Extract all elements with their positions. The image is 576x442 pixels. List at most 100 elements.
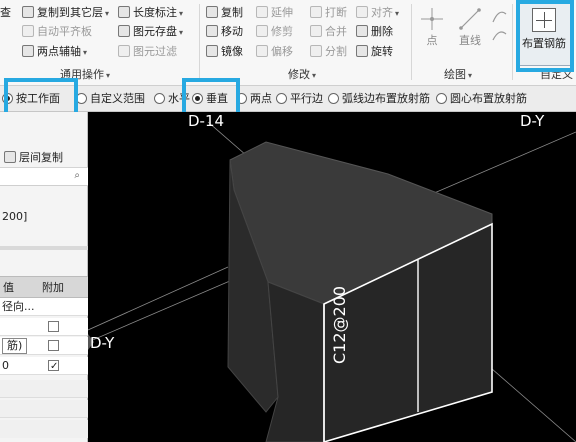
copy-layer-icon <box>22 6 34 18</box>
property-row <box>0 420 88 438</box>
property-table-header: 值 附加 <box>0 276 88 298</box>
draw-group: 点 直线 绘图 ▾ <box>414 0 510 86</box>
axis-label-top-left: D-14 <box>188 112 225 130</box>
property-row[interactable]: 筋) <box>0 337 88 355</box>
search-row: ⌕ <box>0 168 88 186</box>
property-row[interactable]: 径向... <box>0 298 88 316</box>
radio-icon <box>328 93 339 104</box>
horizontal-option[interactable]: 水平 <box>154 90 190 108</box>
two-point-option[interactable]: 两点 <box>236 90 272 108</box>
drawing-canvas[interactable]: D-14 D-Y D-Y C12@200 <box>88 112 576 442</box>
break-icon <box>310 6 322 18</box>
split-icon <box>310 45 322 57</box>
axis-icon <box>22 45 34 57</box>
radio-icon <box>236 93 247 104</box>
place-rebar-icon <box>532 8 556 32</box>
vertical-option[interactable]: 垂直 <box>192 90 228 108</box>
arc-button[interactable] <box>490 4 510 56</box>
offset-button[interactable]: 偏移 <box>256 43 293 61</box>
extend-button[interactable]: 延伸 <box>256 4 293 22</box>
point-button[interactable]: 点 <box>418 4 446 56</box>
point-icon <box>421 8 443 30</box>
element-filter-button[interactable]: 图元过滤 <box>118 43 177 61</box>
level-slab-icon <box>22 25 34 37</box>
custom-range-option[interactable]: 自定义范围 <box>76 90 145 108</box>
arc-icon <box>492 11 507 41</box>
radio-icon <box>192 93 203 104</box>
extend-icon <box>256 6 268 18</box>
ribbon-separator <box>199 4 200 80</box>
property-row[interactable] <box>0 318 88 336</box>
two-point-axis-button[interactable]: 两点辅轴 ▾ <box>22 43 87 61</box>
dropdown-arrow-icon: ▾ <box>179 28 184 37</box>
property-row <box>0 400 88 418</box>
save-element-button[interactable]: 图元存盘 ▾ <box>118 23 183 41</box>
parallel-edge-option[interactable]: 平行边 <box>276 90 323 108</box>
mirror-icon <box>206 45 218 57</box>
checkbox[interactable] <box>48 340 59 351</box>
left-panel: 层间复制 ⌕ 200] 值 附加 径向... 筋) 0 <box>0 112 88 442</box>
radio-icon <box>154 93 165 104</box>
length-dimension-button[interactable]: 长度标注 ▾ <box>118 4 183 22</box>
merge-button[interactable]: 合并 <box>310 23 347 41</box>
solid-front-face <box>265 281 325 442</box>
auto-level-slab-button[interactable]: 自动平齐板 <box>22 23 92 41</box>
split-button[interactable]: 分割 <box>310 43 347 61</box>
center-radial-option[interactable]: 圆心布置放射筋 <box>436 90 527 108</box>
rebar-label: C12@200 <box>330 285 349 364</box>
align-icon <box>356 6 368 18</box>
arc-radial-option[interactable]: 弧线边布置放射筋 <box>328 90 430 108</box>
mirror-button[interactable]: 镜像 <box>206 43 243 61</box>
options-bar: 按工作面 自定义范围 水平 垂直 两点 平行边 弧线边布置放射筋 圆心布置放射筋 <box>0 86 576 112</box>
by-workface-option[interactable]: 按工作面 <box>2 90 60 108</box>
modify-group: 复制 移动 镜像 延伸 修剪 偏移 打断 合并 分割 对齐 ▾ 删除 旋转 修改 ▾ <box>204 0 410 86</box>
layer-copy-row[interactable]: 层间复制 <box>0 148 88 168</box>
copy-to-other-layer-button[interactable]: 复制到其它层 ▾ <box>22 4 109 22</box>
copy-icon <box>206 6 218 18</box>
ribbon-separator <box>512 4 513 80</box>
trim-button[interactable]: 修剪 <box>256 23 293 41</box>
move-button[interactable]: 移动 <box>206 23 243 41</box>
find-label: 查 <box>0 6 11 19</box>
rotate-button[interactable]: 旋转 <box>356 43 393 61</box>
move-icon <box>206 25 218 37</box>
radio-icon <box>2 93 13 104</box>
property-row <box>0 380 88 398</box>
filter-icon <box>118 45 130 57</box>
general-ops-group: 查 复制到其它层 ▾ 自动平齐板 两点辅轴 ▾ 长度标注 ▾ 图元存盘 ▾ 图元过滤 通… <box>0 0 198 86</box>
modify-group-label: 修改 ▾ <box>288 68 317 81</box>
dropdown-arrow-icon: ▾ <box>179 9 184 18</box>
radio-icon <box>436 93 447 104</box>
line-button[interactable]: 直线 <box>454 4 486 56</box>
trim-icon <box>256 25 268 37</box>
dropdown-arrow-icon: ▾ <box>105 9 110 18</box>
line-icon <box>459 8 481 30</box>
find-button[interactable]: 查 <box>0 4 11 22</box>
align-button[interactable]: 对齐 ▾ <box>356 4 399 22</box>
offset-icon <box>256 45 268 57</box>
dropdown-arrow-icon: ▾ <box>83 48 88 57</box>
radio-icon <box>76 93 87 104</box>
draw-group-label: 绘图 ▾ <box>444 68 473 81</box>
checkbox[interactable] <box>48 321 59 332</box>
canvas-svg <box>88 121 576 442</box>
radio-icon <box>276 93 287 104</box>
break-button[interactable]: 打断 <box>310 4 347 22</box>
merge-icon <box>310 25 322 37</box>
axis-label-left: D-Y <box>90 334 115 352</box>
dimension-icon <box>118 6 130 18</box>
copy-button[interactable]: 复制 <box>206 4 243 22</box>
panel-divider <box>0 246 88 250</box>
delete-icon <box>356 25 368 37</box>
axis-line <box>88 266 229 331</box>
checkbox-checked[interactable] <box>48 358 59 374</box>
delete-button[interactable]: 删除 <box>356 23 393 41</box>
save-icon <box>118 25 130 37</box>
property-row[interactable]: 0 <box>0 357 88 375</box>
property-field[interactable]: 200] <box>0 208 88 226</box>
place-rebar-button[interactable]: 布置钢筋 <box>516 2 572 66</box>
ribbon: 查 复制到其它层 ▾ 自动平齐板 两点辅轴 ▾ 长度标注 ▾ 图元存盘 ▾ 图元过滤 通… <box>0 0 576 86</box>
search-icon[interactable]: ⌕ <box>74 170 80 181</box>
axis-label-top-right: D-Y <box>520 112 545 130</box>
custom-group-label: 自定义 <box>540 68 573 81</box>
